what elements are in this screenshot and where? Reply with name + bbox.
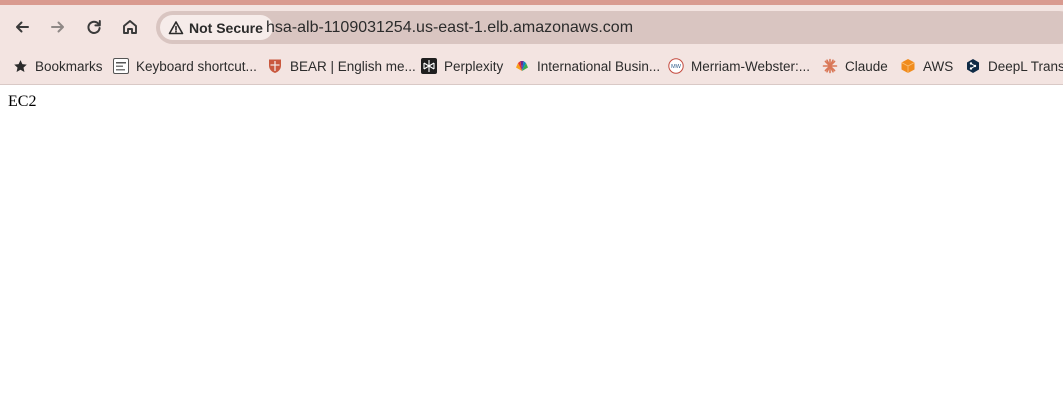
aws-cube-favicon: [900, 58, 916, 74]
nbc-peacock-favicon: [514, 58, 530, 74]
bookmark-bear[interactable]: BEAR | English me...: [267, 48, 416, 84]
bookmark-label: Bookmarks: [35, 58, 103, 74]
claude-favicon: [822, 58, 838, 74]
page-body-text: EC2: [8, 93, 37, 110]
bookmark-aws[interactable]: AWS: [900, 48, 953, 84]
bookmarks-bar: Bookmarks Keyboard shortcut... BEAR | En…: [0, 48, 1063, 85]
reload-icon: [87, 20, 101, 34]
svg-text:MW: MW: [671, 64, 682, 70]
security-label: Not Secure: [189, 19, 263, 36]
merriam-webster-favicon: MW: [668, 58, 684, 74]
warning-triangle-icon: [168, 20, 184, 36]
bookmark-keyboard-shortcut[interactable]: Keyboard shortcut...: [113, 48, 257, 84]
bookmark-perplexity[interactable]: Perplexity: [421, 48, 503, 84]
perplexity-favicon: [421, 58, 437, 74]
bookmark-label: DeepL Transl: [988, 58, 1063, 74]
home-icon: [123, 20, 137, 34]
bookmark-deepl[interactable]: DeepL Transl: [965, 48, 1063, 84]
bookmark-label: Perplexity: [444, 58, 504, 74]
bookmark-label: Claude: [845, 58, 888, 74]
deepl-favicon: [965, 58, 981, 74]
shield-crest-favicon: [267, 58, 283, 74]
arrow-left-icon: [16, 21, 29, 33]
bookmark-claude[interactable]: Claude: [822, 48, 888, 84]
bookmark-bookmarks[interactable]: Bookmarks: [12, 48, 103, 84]
url-text[interactable]: hsa-alb-1109031254.us-east-1.elb.amazona…: [266, 11, 633, 44]
arrow-right-icon: [51, 21, 64, 33]
bookmark-label: AWS: [923, 58, 954, 74]
keyboard-favicon: [113, 58, 129, 74]
forward-button[interactable]: [44, 13, 72, 41]
home-button[interactable]: [116, 13, 144, 41]
address-bar[interactable]: Not Secure hsa-alb-1109031254.us-east-1.…: [156, 11, 1063, 44]
bookmark-merriam-webster[interactable]: MW Merriam-Webster:...: [668, 48, 810, 84]
star-icon: [12, 58, 28, 74]
browser-toolbar: Not Secure hsa-alb-1109031254.us-east-1.…: [0, 5, 1063, 48]
bookmark-label: BEAR | English me...: [290, 58, 416, 74]
security-indicator-button[interactable]: Not Secure: [160, 15, 273, 40]
bookmark-label: Merriam-Webster:...: [691, 58, 811, 74]
bookmark-label: International Busin...: [537, 58, 661, 74]
back-button[interactable]: [8, 13, 36, 41]
reload-button[interactable]: [80, 13, 108, 41]
bookmark-international-business[interactable]: International Busin...: [514, 48, 660, 84]
page-content: EC2: [0, 85, 1063, 413]
bookmark-label: Keyboard shortcut...: [136, 58, 257, 74]
